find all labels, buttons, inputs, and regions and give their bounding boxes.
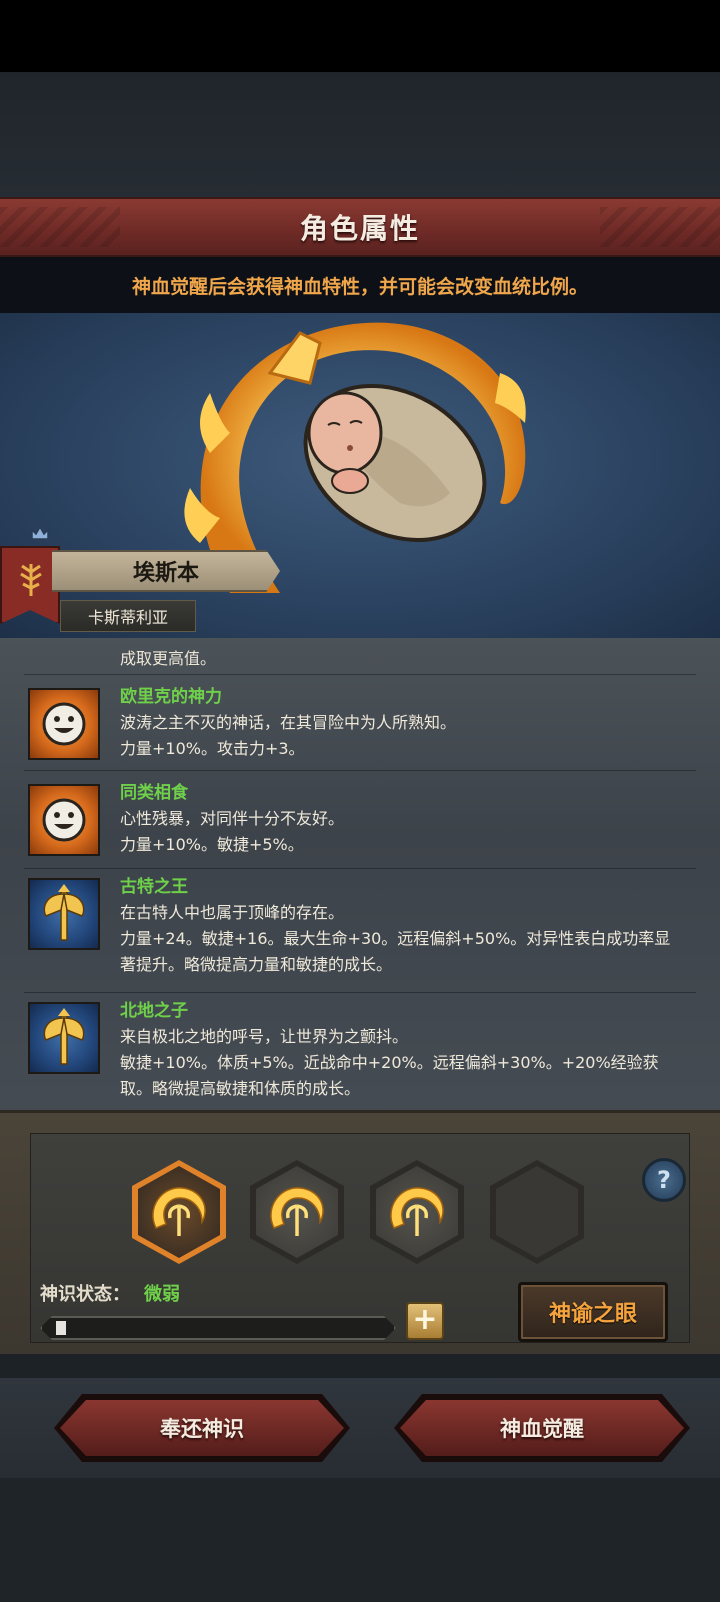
notice-text: 神血觉醒后会获得神血特性，并可能会改变血统比例。	[131, 275, 588, 298]
golden-axe-icon	[28, 878, 100, 950]
trait-name: 欧里克的神力	[120, 687, 222, 707]
trait-effect: 力量+10%。敏捷+5%。	[120, 835, 304, 854]
return-divine-button[interactable]: 奉还神识	[60, 1400, 344, 1456]
divine-progress-bar	[40, 1316, 396, 1340]
divider	[24, 674, 696, 675]
oracle-eye-label: 神谕之眼	[548, 1302, 637, 1327]
trait-list[interactable]: 成取更高值。 欧里克的神力 波涛之主不灭的神话，在其冒险中为人所熟知。 力量+1…	[0, 638, 720, 1132]
oracle-eye-button[interactable]: 神谕之眼	[518, 1282, 668, 1342]
progress-fill	[56, 1321, 66, 1335]
trait-desc: 心性残暴，对同伴十分不友好。	[120, 809, 345, 828]
divine-status-label: 神识状态：	[40, 1284, 130, 1305]
trait-desc: 在古特人中也属于顶峰的存在。	[120, 903, 345, 922]
trait-body: 北地之子 来自极北之地的呼号，让世界为之颤抖。 敏捷+10%。体质+5%。近战命…	[120, 998, 680, 1102]
blood-awaken-label: 神血觉醒	[500, 1417, 584, 1441]
trait-effect: 力量+10%。攻击力+3。	[120, 739, 305, 758]
title-bar: 角色属性	[0, 197, 720, 257]
smiley-face-icon	[28, 784, 100, 856]
golden-axe-icon	[28, 1002, 100, 1074]
trait-body: 同类相食 心性残暴，对同伴十分不友好。 力量+10%。敏捷+5%。	[120, 780, 680, 858]
page-title: 角色属性	[299, 212, 420, 245]
trait-desc-truncated: 成取更高值。	[120, 646, 216, 672]
trait-effect: 敏捷+10%。体质+5%。近战命中+20%。远程偏斜+30%。+20%经验获取。…	[120, 1053, 659, 1098]
notice-banner: 神血觉醒后会获得神血特性，并可能会改变血统比例。	[0, 257, 720, 313]
blood-awaken-button[interactable]: 神血觉醒	[400, 1400, 684, 1456]
help-button[interactable]: ?	[642, 1158, 686, 1202]
sigil-icon	[20, 564, 42, 596]
trait-name: 古特之王	[120, 877, 188, 897]
crown-icon	[31, 525, 49, 540]
truncated-text: 成取更高值。	[120, 649, 217, 668]
character-origin: 卡斯蒂利亚	[87, 608, 168, 627]
divider	[24, 868, 696, 869]
trait-body: 古特之王 在古特人中也属于顶峰的存在。 力量+24。敏捷+16。最大生命+30。…	[120, 874, 680, 978]
smiley-face-icon	[28, 688, 100, 760]
name-ribbon: 埃斯本	[52, 550, 280, 592]
divine-status-value: 微弱	[144, 1284, 180, 1305]
return-divine-label: 奉还神识	[160, 1417, 244, 1441]
trait-desc: 波涛之主不灭的神话，在其冒险中为人所熟知。	[120, 713, 457, 732]
top-background	[0, 72, 720, 197]
character-name: 埃斯本	[132, 561, 199, 586]
flaming-trident-icon	[270, 1187, 324, 1236]
question-mark-icon: ?	[657, 1166, 671, 1194]
trait-effect: 力量+24。敏捷+16。最大生命+30。远程偏斜+50%。对异性表白成功率显著提…	[120, 929, 671, 974]
trait-body: 欧里克的神力 波涛之主不灭的神话，在其冒险中为人所熟知。 力量+10%。攻击力+…	[120, 684, 680, 762]
trait-name: 同类相食	[120, 783, 188, 803]
flaming-trident-icon	[152, 1187, 206, 1236]
divider	[24, 770, 696, 771]
origin-ribbon: 卡斯蒂利亚	[60, 600, 196, 632]
trait-name: 北地之子	[120, 1001, 188, 1021]
status-bar-area	[0, 0, 720, 72]
bottom-background	[0, 1478, 720, 1602]
divider	[24, 992, 696, 993]
trait-desc: 来自极北之地的呼号，让世界为之颤抖。	[120, 1027, 409, 1046]
slot-inner	[496, 1166, 578, 1258]
add-divine-button[interactable]: +	[406, 1302, 444, 1340]
flaming-trident-icon	[390, 1187, 444, 1236]
